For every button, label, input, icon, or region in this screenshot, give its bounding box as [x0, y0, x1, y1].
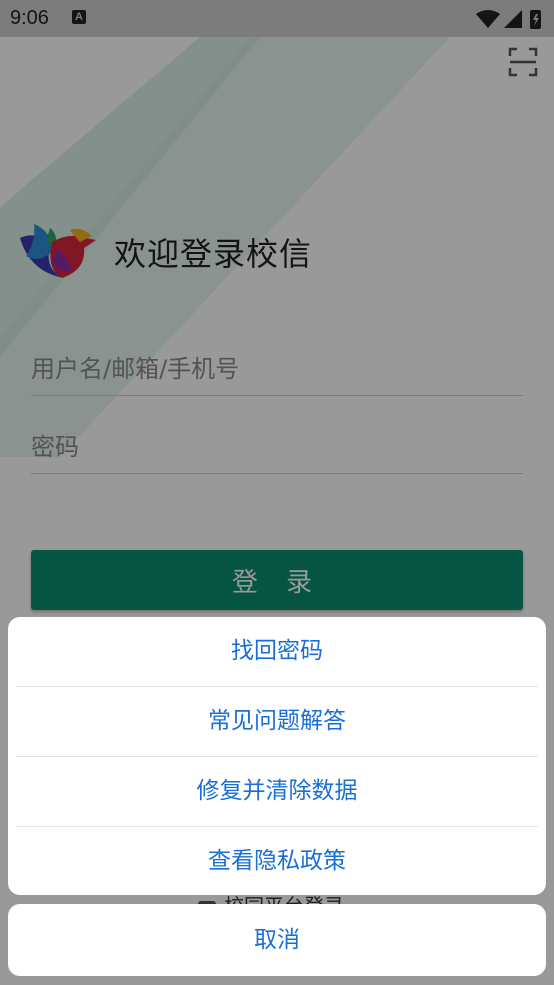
sheet-item-privacy-policy[interactable]: 查看隐私政策: [16, 827, 538, 895]
action-sheet: 找回密码 常见问题解答 修复并清除数据 查看隐私政策: [8, 617, 546, 895]
sheet-item-faq[interactable]: 常见问题解答: [16, 687, 538, 757]
sheet-item-repair-clear-data[interactable]: 修复并清除数据: [16, 757, 538, 827]
cancel-button[interactable]: 取消: [8, 904, 546, 976]
sheet-item-recover-password[interactable]: 找回密码: [16, 617, 538, 687]
